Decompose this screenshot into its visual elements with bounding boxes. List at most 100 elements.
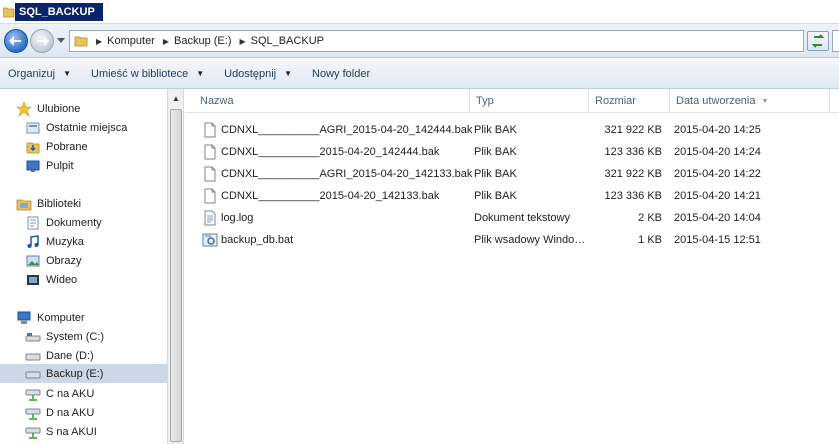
arrow-left-icon xyxy=(9,36,21,46)
address-bar[interactable]: ▶ Komputer ▶ Backup (E:) ▶ SQL_BACKUP xyxy=(69,30,804,52)
nav-recent-places[interactable]: Ostatnie miejsca xyxy=(25,118,127,137)
refresh-button[interactable] xyxy=(807,31,829,51)
file-icon xyxy=(204,166,216,182)
file-name: CDNXL__________2015-04-20_142444.bak xyxy=(221,146,440,158)
drive-icon xyxy=(25,353,41,360)
file-name: CDNXL__________AGRI_2015-04-20_142444.ba… xyxy=(221,124,473,136)
folder-icon xyxy=(74,36,88,47)
nav-network-c[interactable]: C na AKU xyxy=(25,384,94,403)
nav-desktop[interactable]: Pulpit xyxy=(25,156,74,175)
chevron-down-icon: ▼ xyxy=(284,69,293,78)
videos-icon xyxy=(27,274,39,285)
column-date-created[interactable]: Data utworzenia ▼ xyxy=(670,89,830,113)
nav-drive-e[interactable]: Backup (E:) xyxy=(0,364,167,383)
file-date: 2015-04-20 14:21 xyxy=(674,190,761,202)
nav-network-s[interactable]: S na AKUI xyxy=(25,422,97,441)
new-folder-button[interactable]: Nowy folder xyxy=(304,62,378,86)
drive-icon xyxy=(25,371,41,378)
network-drive-icon xyxy=(25,389,41,401)
breadcrumb-label: SQL_BACKUP xyxy=(250,35,325,47)
nav-pictures[interactable]: Obrazy xyxy=(25,251,81,270)
file-size: 1 KB xyxy=(638,234,662,246)
refresh-icon xyxy=(811,34,825,48)
file-size: 123 336 KB xyxy=(604,190,663,202)
file-icon xyxy=(204,188,216,204)
breadcrumb-drive[interactable]: ▶ Backup (E:) xyxy=(155,35,232,47)
nav-downloads[interactable]: Pobrane xyxy=(25,137,88,156)
file-size: 2 KB xyxy=(638,212,662,224)
file-row[interactable]: log.log Dokument tekstowy 2 KB 2015-04-2… xyxy=(185,207,839,229)
breadcrumb-arrow-icon: ▶ xyxy=(162,36,170,46)
nav-music[interactable]: Muzyka xyxy=(25,232,84,251)
file-date: 2015-04-20 14:04 xyxy=(674,212,761,224)
network-drive-icon xyxy=(25,408,41,420)
nav-label: Dane (D:) xyxy=(46,349,94,362)
forward-button[interactable] xyxy=(30,29,54,53)
new-folder-label: Nowy folder xyxy=(312,67,371,80)
include-in-library-button[interactable]: Umieść w bibliotece ▼ xyxy=(83,62,212,86)
nav-computer[interactable]: Komputer xyxy=(16,308,85,327)
scroll-up-icon[interactable]: ▲ xyxy=(172,94,180,103)
file-row[interactable]: backup_db.bat Plik wsadowy Windo… 1 KB 2… xyxy=(185,229,839,251)
file-type: Plik BAK xyxy=(474,190,517,202)
nav-label: Muzyka xyxy=(46,235,84,248)
nav-network-d[interactable]: D na AKU xyxy=(25,403,94,422)
nav-label: D na AKU xyxy=(46,406,95,419)
column-name[interactable]: Nazwa xyxy=(185,89,470,113)
chevron-down-icon: ▼ xyxy=(63,69,71,78)
share-button[interactable]: Udostępnij ▼ xyxy=(216,62,300,86)
nav-label: Obrazy xyxy=(46,254,82,267)
file-row[interactable]: CDNXL__________2015-04-20_142444.bak Pli… xyxy=(185,141,839,163)
file-type: Plik wsadowy Windo… xyxy=(474,234,586,246)
nav-documents[interactable]: Dokumenty xyxy=(25,213,102,232)
file-name-cell: CDNXL__________AGRI_2015-04-20_142133.ba… xyxy=(202,163,472,185)
window-title: SQL_BACKUP xyxy=(15,2,103,21)
file-row[interactable]: CDNXL__________AGRI_2015-04-20_142133.ba… xyxy=(185,163,839,185)
organize-button[interactable]: Organizuj ▼ xyxy=(0,62,79,86)
nav-label: Ostatnie miejsca xyxy=(46,121,128,134)
file-name: CDNXL__________2015-04-20_142133.bak xyxy=(221,190,440,202)
file-name-cell: CDNXL__________2015-04-20_142133.bak xyxy=(202,185,439,207)
nav-drive-c[interactable]: System (C:) xyxy=(25,327,104,346)
navigation-scrollbar[interactable]: ▲ xyxy=(167,89,184,444)
file-icon xyxy=(204,144,216,160)
file-name-cell: backup_db.bat xyxy=(202,229,293,251)
column-label: Rozmiar xyxy=(595,95,636,107)
column-type[interactable]: Typ xyxy=(470,89,589,113)
column-header-row: Nazwa Typ Rozmiar Data utworzenia ▼ xyxy=(185,89,839,113)
file-date: 2015-04-20 14:25 xyxy=(674,124,761,136)
file-size: 123 336 KB xyxy=(604,146,663,158)
desktop-icon xyxy=(26,160,40,172)
breadcrumb-computer[interactable]: ▶ Komputer xyxy=(88,35,155,47)
file-row[interactable]: CDNXL__________2015-04-20_142133.bak Pli… xyxy=(185,185,839,207)
nav-label: Backup (E:) xyxy=(46,367,104,380)
search-input[interactable] xyxy=(832,30,839,52)
file-name-cell: CDNXL__________AGRI_2015-04-20_142444.ba… xyxy=(202,119,472,141)
column-label: Typ xyxy=(476,95,494,107)
back-button[interactable] xyxy=(4,29,28,53)
column-size[interactable]: Rozmiar xyxy=(589,89,670,113)
nav-label: S na AKUI xyxy=(46,425,97,438)
pictures-icon xyxy=(26,255,40,266)
file-type: Dokument tekstowy xyxy=(474,212,570,224)
file-row[interactable]: CDNXL__________AGRI_2015-04-20_142444.ba… xyxy=(185,119,839,141)
file-date: 2015-04-15 12:51 xyxy=(674,234,761,246)
nav-drive-d[interactable]: Dane (D:) xyxy=(25,346,94,365)
breadcrumb-label: Backup (E:) xyxy=(174,35,232,47)
file-type: Plik BAK xyxy=(474,168,517,180)
file-size: 321 922 KB xyxy=(604,124,663,136)
chevron-down-icon[interactable] xyxy=(57,38,65,44)
breadcrumb-arrow-icon: ▶ xyxy=(96,36,103,46)
text-file-icon xyxy=(204,210,216,226)
nav-label: Biblioteki xyxy=(37,197,82,210)
nav-label: Ulubione xyxy=(37,102,81,115)
network-drive-icon xyxy=(25,427,41,439)
arrow-right-icon xyxy=(37,36,49,46)
nav-favorites[interactable]: Ulubione xyxy=(16,99,80,118)
library-icon xyxy=(16,199,32,210)
nav-libraries[interactable]: Biblioteki xyxy=(16,194,81,213)
scrollbar-thumb[interactable] xyxy=(170,109,182,442)
breadcrumb-folder[interactable]: ▶ SQL_BACKUP xyxy=(231,35,324,47)
nav-videos[interactable]: Wideo xyxy=(25,270,77,289)
documents-icon xyxy=(27,216,39,229)
